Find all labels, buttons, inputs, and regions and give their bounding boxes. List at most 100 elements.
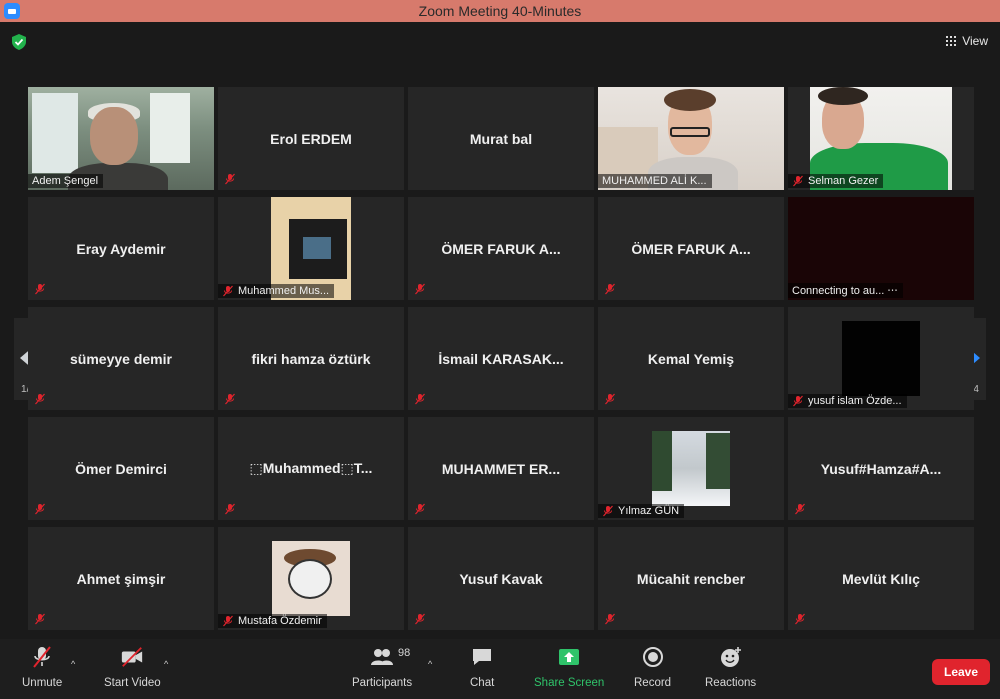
muted-microphone-icon <box>35 503 45 515</box>
participant-tile[interactable]: ÖMER FARUK A... <box>408 197 594 300</box>
participants-button[interactable]: 98 Participants <box>352 645 412 689</box>
participant-name: Muhammed Mus... <box>238 285 330 297</box>
muted-microphone-icon <box>30 645 54 669</box>
participant-name: Connecting to au... ⋅⋅⋅ <box>792 285 898 297</box>
audio-options-caret[interactable]: ^ <box>71 659 79 669</box>
participant-name: Yılmaz GÜN <box>618 505 680 517</box>
muted-microphone-icon <box>795 613 805 625</box>
meeting-top-bar: View <box>0 22 1000 62</box>
participant-name: yusuf islam Özde... <box>808 395 902 407</box>
participant-name: Adem Şengel <box>32 175 99 187</box>
participant-tile[interactable]: Adem Şengel <box>28 87 214 190</box>
participant-tile[interactable]: Selman Gezer <box>788 87 974 190</box>
participant-tile[interactable]: Ahmet şimşir <box>28 527 214 630</box>
participant-name: ⬚Muhammed⬚T... <box>249 460 373 476</box>
participant-video <box>652 431 730 506</box>
participant-tile[interactable]: Mevlüt Kılıç <box>788 527 974 630</box>
participant-tile[interactable]: sümeyye demir <box>28 307 214 410</box>
chat-bubble-icon <box>470 645 494 669</box>
participant-tile[interactable]: Yusuf#Hamza#A... <box>788 417 974 520</box>
participant-name: Selman Gezer <box>808 175 879 187</box>
muted-microphone-icon <box>793 395 803 407</box>
participant-name: fikri hamza öztürk <box>251 350 371 367</box>
muted-microphone-icon <box>415 613 425 625</box>
unmute-button[interactable]: Unmute <box>22 645 62 689</box>
participant-tile[interactable]: ÖMER FARUK A... <box>598 197 784 300</box>
participant-tile[interactable]: Ömer Demirci <box>28 417 214 520</box>
participant-name: sümeyye demir <box>70 350 172 367</box>
view-button[interactable]: View <box>946 34 988 48</box>
zoom-app-icon <box>4 3 20 19</box>
participant-tile[interactable]: MUHAMMET ER... <box>408 417 594 520</box>
participant-name-label: yusuf islam Özde... <box>788 394 907 408</box>
participant-name: Erol ERDEM <box>270 130 352 147</box>
participant-name: Yusuf Kavak <box>459 570 543 587</box>
chat-label: Chat <box>470 677 495 689</box>
start-video-label: Start Video <box>104 677 161 689</box>
participant-video <box>842 321 920 396</box>
participant-tile[interactable]: Kemal Yemiş <box>598 307 784 410</box>
title-bar: Zoom Meeting 40-Minutes <box>0 0 1000 22</box>
record-label: Record <box>634 677 672 689</box>
participant-name: Mustafa Özdemir <box>238 615 322 627</box>
participant-tile[interactable]: Mustafa Özdemir <box>218 527 404 630</box>
participants-options-caret[interactable]: ^ <box>428 659 436 669</box>
grid-view-icon <box>946 36 957 46</box>
participant-name: ÖMER FARUK A... <box>441 240 561 257</box>
participant-tile[interactable]: Erol ERDEM <box>218 87 404 190</box>
participant-tile[interactable]: ⬚Muhammed⬚T... <box>218 417 404 520</box>
participant-tile[interactable]: MUHAMMED ALİ K... <box>598 87 784 190</box>
participant-name-label: MUHAMMED ALİ K... <box>598 174 712 188</box>
reactions-button[interactable]: Reactions <box>705 645 756 689</box>
participant-name: Mevlüt Kılıç <box>842 570 920 587</box>
participant-name: Ahmet şimşir <box>76 570 166 587</box>
video-options-caret[interactable]: ^ <box>164 659 172 669</box>
participant-tile[interactable]: yusuf islam Özde... <box>788 307 974 410</box>
participant-video <box>272 541 350 616</box>
participant-name: Eray Aydemir <box>76 240 166 257</box>
share-screen-label: Share Screen <box>534 677 605 689</box>
participant-tile[interactable]: Connecting to au... ⋅⋅⋅ <box>788 197 974 300</box>
share-screen-button[interactable]: Share Screen <box>534 645 604 689</box>
participant-tile[interactable]: fikri hamza öztürk <box>218 307 404 410</box>
participant-tile[interactable]: İsmail KARASAK... <box>408 307 594 410</box>
participant-count: 98 <box>398 647 411 659</box>
muted-microphone-icon <box>793 175 803 187</box>
participant-name-label: Mustafa Özdemir <box>218 614 327 628</box>
participant-tile[interactable]: Murat bal <box>408 87 594 190</box>
muted-microphone-icon <box>225 173 235 185</box>
muted-microphone-icon <box>35 613 45 625</box>
participant-name-label: Yılmaz GÜN <box>598 504 685 518</box>
participant-name: Kemal Yemiş <box>647 350 735 367</box>
participants-label: Participants <box>352 677 413 689</box>
encryption-shield-icon[interactable] <box>12 34 26 50</box>
muted-microphone-icon <box>223 285 233 297</box>
participant-name: Ömer Demirci <box>75 460 167 477</box>
participant-tile[interactable]: Eray Aydemir <box>28 197 214 300</box>
reactions-smiley-icon <box>719 645 743 669</box>
participant-name-label: Selman Gezer <box>788 174 884 188</box>
participant-name: MUHAMMET ER... <box>441 460 561 477</box>
start-video-button[interactable]: Start Video <box>104 645 161 689</box>
leave-meeting-button[interactable]: Leave <box>932 659 990 685</box>
muted-microphone-icon <box>605 283 615 295</box>
muted-microphone-icon <box>225 393 235 405</box>
participant-name-label: Muhammed Mus... <box>218 284 335 298</box>
window-title: Zoom Meeting 40-Minutes <box>418 3 582 19</box>
muted-microphone-icon <box>35 393 45 405</box>
view-label: View <box>962 34 988 48</box>
chat-button[interactable]: Chat <box>470 645 494 689</box>
reactions-label: Reactions <box>705 677 757 689</box>
participant-tile[interactable]: Mücahit rencber <box>598 527 784 630</box>
record-button[interactable]: Record <box>634 645 671 689</box>
muted-microphone-icon <box>415 283 425 295</box>
unmute-label: Unmute <box>22 677 63 689</box>
muted-microphone-icon <box>605 393 615 405</box>
muted-microphone-icon <box>603 505 613 517</box>
muted-microphone-icon <box>223 615 233 627</box>
participant-tile[interactable]: Yılmaz GÜN <box>598 417 784 520</box>
participant-tile[interactable]: Muhammed Mus... <box>218 197 404 300</box>
participant-name: Murat bal <box>469 130 533 147</box>
participant-tile[interactable]: Yusuf Kavak <box>408 527 594 630</box>
muted-microphone-icon <box>415 503 425 515</box>
